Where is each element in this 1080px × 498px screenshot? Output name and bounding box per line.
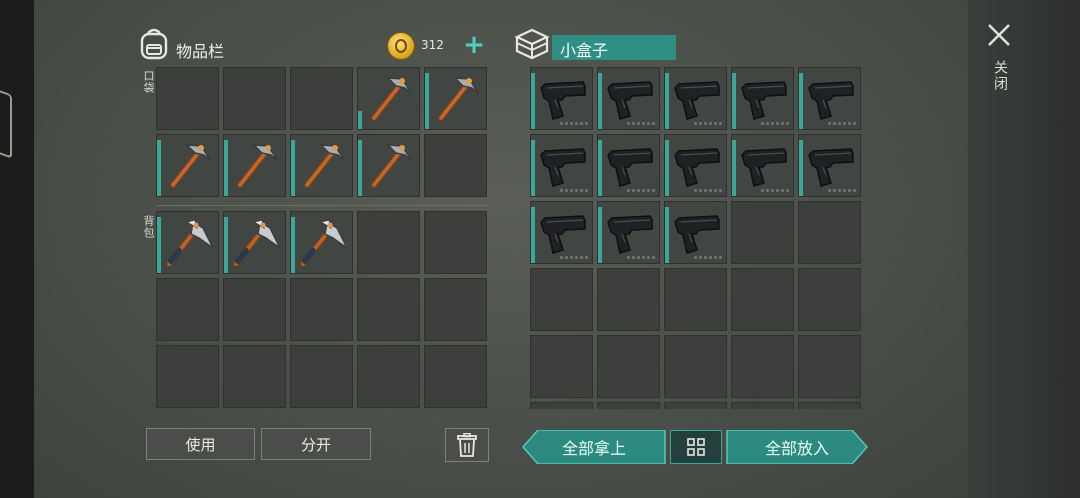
empty-slot[interactable]	[223, 345, 286, 408]
ammo-dots	[627, 189, 655, 192]
empty-slot[interactable]	[156, 345, 219, 408]
ammo-dots	[560, 189, 588, 192]
pickaxe-slot[interactable]	[156, 134, 219, 197]
empty-slot[interactable]	[357, 278, 420, 341]
empty-slot[interactable]	[424, 134, 487, 197]
add-coins-button[interactable]: +	[462, 32, 486, 59]
pistol-slot[interactable]	[664, 201, 727, 264]
screen-edge-left	[0, 0, 34, 498]
empty-slot[interactable]	[530, 402, 593, 409]
coin-count: 312	[421, 38, 444, 52]
ammo-dots	[694, 122, 722, 125]
split-button[interactable]: 分开	[261, 428, 371, 460]
ammo-dots	[761, 122, 789, 125]
pocket-label: 口袋	[142, 70, 155, 94]
ammo-dots	[627, 122, 655, 125]
empty-slot[interactable]	[731, 402, 794, 409]
hatchet-slot[interactable]	[156, 211, 219, 274]
empty-slot[interactable]	[290, 67, 353, 130]
coin-icon	[388, 33, 414, 59]
inventory-title: 物品栏	[176, 42, 225, 61]
grid-sort-icon	[687, 438, 705, 456]
empty-slot[interactable]	[424, 211, 487, 274]
empty-slot[interactable]	[424, 345, 487, 408]
pistol-slot[interactable]	[664, 67, 727, 130]
backpack-icon	[138, 27, 170, 65]
empty-slot[interactable]	[597, 402, 660, 409]
empty-slot[interactable]	[290, 345, 353, 408]
pistol-slot[interactable]	[731, 67, 794, 130]
close-button[interactable]	[986, 22, 1012, 48]
pickaxe-slot[interactable]	[424, 67, 487, 130]
screen-edge-right	[968, 0, 1080, 498]
empty-slot[interactable]	[223, 67, 286, 130]
empty-slot[interactable]	[664, 268, 727, 331]
put-all-button[interactable]: 全部放入	[726, 430, 868, 464]
pistol-slot[interactable]	[597, 134, 660, 197]
container-grid	[530, 67, 861, 409]
ammo-dots	[694, 189, 722, 192]
empty-slot[interactable]	[530, 268, 593, 331]
box-icon	[514, 27, 550, 65]
backpack-grid	[156, 211, 487, 408]
empty-slot[interactable]	[597, 335, 660, 398]
pistol-slot[interactable]	[530, 67, 593, 130]
pickaxe-slot[interactable]	[357, 67, 420, 130]
empty-slot[interactable]	[664, 402, 727, 409]
empty-slot[interactable]	[357, 211, 420, 274]
empty-slot[interactable]	[597, 268, 660, 331]
pistol-slot[interactable]	[530, 134, 593, 197]
pistol-slot[interactable]	[798, 134, 861, 197]
empty-slot[interactable]	[798, 402, 861, 409]
empty-slot[interactable]	[290, 278, 353, 341]
ammo-dots	[761, 189, 789, 192]
empty-slot[interactable]	[731, 201, 794, 264]
pocket-grid	[156, 67, 487, 197]
use-button[interactable]: 使用	[146, 428, 255, 460]
ammo-dots	[828, 189, 856, 192]
take-all-button[interactable]: 全部拿上	[522, 430, 666, 464]
empty-slot[interactable]	[798, 201, 861, 264]
empty-slot[interactable]	[223, 278, 286, 341]
pistol-slot[interactable]	[597, 67, 660, 130]
ammo-dots	[627, 256, 655, 259]
pistol-slot[interactable]	[798, 67, 861, 130]
sort-button[interactable]	[670, 430, 722, 464]
empty-slot[interactable]	[731, 335, 794, 398]
pistol-slot[interactable]	[731, 134, 794, 197]
pickaxe-slot[interactable]	[223, 134, 286, 197]
ammo-dots	[694, 256, 722, 259]
pistol-slot[interactable]	[530, 201, 593, 264]
empty-slot[interactable]	[156, 278, 219, 341]
trash-icon	[457, 433, 477, 457]
hatchet-slot[interactable]	[290, 211, 353, 274]
empty-slot[interactable]	[530, 335, 593, 398]
empty-slot[interactable]	[156, 67, 219, 130]
section-divider	[156, 205, 490, 206]
empty-slot[interactable]	[357, 345, 420, 408]
pickaxe-slot[interactable]	[357, 134, 420, 197]
trash-button[interactable]	[445, 428, 489, 462]
take-all-label: 全部拿上	[561, 439, 626, 458]
edge-notch	[0, 85, 12, 159]
pistol-slot[interactable]	[597, 201, 660, 264]
ammo-dots	[560, 122, 588, 125]
pistol-slot[interactable]	[664, 134, 727, 197]
close-label: 关闭	[992, 60, 1008, 92]
ammo-dots	[560, 256, 588, 259]
empty-slot[interactable]	[731, 268, 794, 331]
container-title: 小盒子	[560, 41, 609, 60]
backpack-label: 背包	[142, 215, 155, 239]
hatchet-slot[interactable]	[223, 211, 286, 274]
empty-slot[interactable]	[798, 268, 861, 331]
ammo-dots	[828, 122, 856, 125]
empty-slot[interactable]	[664, 335, 727, 398]
pickaxe-slot[interactable]	[290, 134, 353, 197]
close-icon	[988, 24, 1010, 46]
empty-slot[interactable]	[798, 335, 861, 398]
put-all-label: 全部放入	[764, 439, 829, 458]
empty-slot[interactable]	[424, 278, 487, 341]
